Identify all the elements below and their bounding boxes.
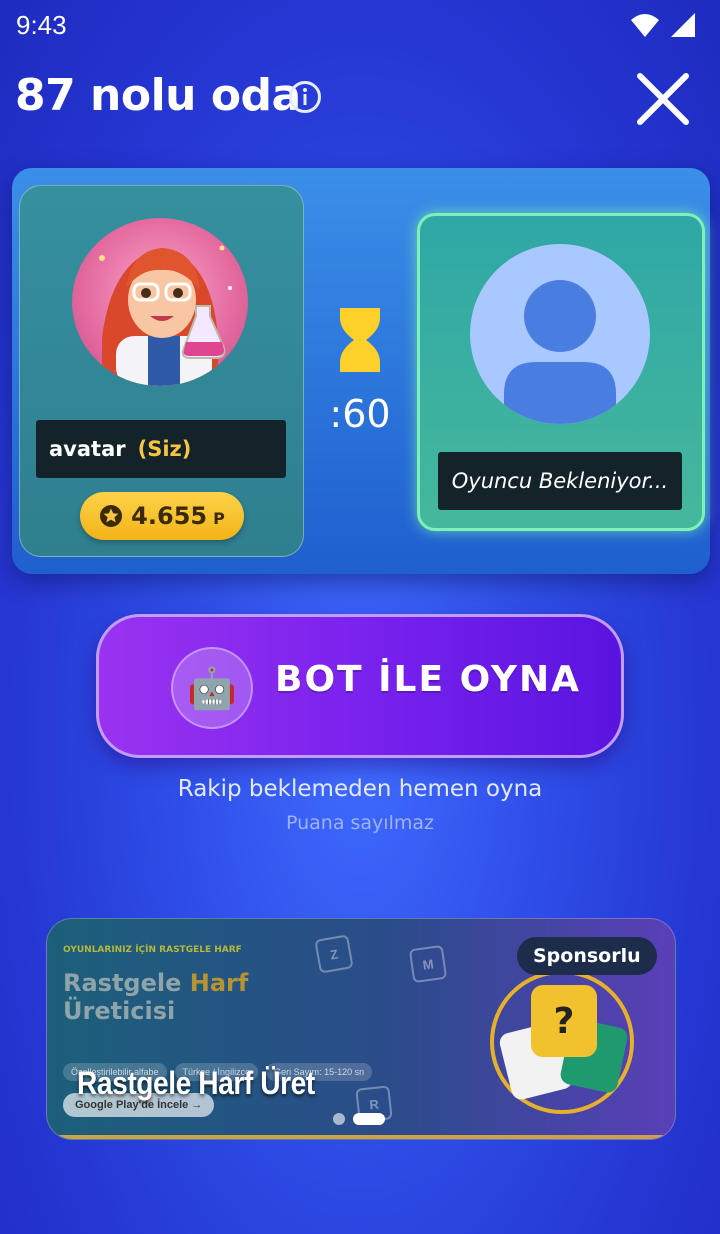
player-name-box: avatar (Siz) xyxy=(36,420,286,478)
status-bar: 9:43 xyxy=(0,0,720,50)
ad-divider xyxy=(47,1135,675,1139)
signal-icon xyxy=(671,13,695,37)
timer-value: :60 xyxy=(329,392,391,436)
bot-button-label: BOT İLE OYNA xyxy=(275,659,581,700)
letter-tile: M xyxy=(408,944,448,984)
match-card: avatar (Siz) 4.655 P :60 Oyuncu Bekleniy… xyxy=(12,168,710,574)
player-name: avatar xyxy=(49,437,126,461)
hourglass-icon xyxy=(340,308,380,372)
letter-tile: Z xyxy=(314,934,354,974)
points-badge: 4.655 P xyxy=(80,492,244,540)
ad-title-highlight: Harf xyxy=(189,969,249,997)
header: 87 nolu oda xyxy=(0,60,720,140)
ad-art-symbol: ? xyxy=(554,1001,575,1042)
opponent-status: Oyuncu Bekleniyor... xyxy=(438,452,682,510)
ad-caption: Rastgele Harf Üret xyxy=(77,1065,315,1101)
bot-note: Puana sayılmaz xyxy=(285,812,434,834)
user-placeholder-icon xyxy=(504,280,616,424)
carousel-dot[interactable] xyxy=(333,1113,345,1125)
countdown-timer: :60 xyxy=(324,304,396,436)
avatar xyxy=(72,218,248,386)
question-cards-icon: ? xyxy=(490,970,634,1114)
status-time: 9:43 xyxy=(16,10,67,40)
points-value: 4.655 xyxy=(131,502,208,530)
close-icon[interactable] xyxy=(632,68,694,130)
opponent-card: Oyuncu Bekleniyor... xyxy=(417,213,705,531)
page-title: 87 nolu oda xyxy=(15,70,301,121)
carousel-dot-active[interactable] xyxy=(353,1113,385,1125)
star-coin-icon xyxy=(100,505,123,527)
play-with-bot-button[interactable]: 🤖 BOT İLE OYNA xyxy=(96,614,624,758)
you-label: (Siz) xyxy=(137,437,192,461)
sponsored-badge: Sponsorlu xyxy=(517,937,657,975)
ad-banner[interactable]: OYUNLARINIZ İÇİN RASTGELE HARF Rastgele … xyxy=(46,918,676,1140)
ad-title: Rastgele Harf Üreticisi xyxy=(63,969,248,1025)
wifi-icon xyxy=(631,14,659,37)
avatar-illustration xyxy=(99,245,232,386)
bot-subtitle: Rakip beklemeden hemen oyna xyxy=(177,776,543,802)
ad-title-line2: Üreticisi xyxy=(63,997,176,1025)
status-icons xyxy=(630,12,696,38)
points-unit: P xyxy=(213,508,225,528)
info-icon[interactable] xyxy=(288,80,322,114)
carousel-dots xyxy=(333,1113,385,1125)
opponent-avatar xyxy=(470,244,650,424)
robot-icon: 🤖 xyxy=(171,647,253,729)
ad-title-part: Rastgele xyxy=(63,969,190,997)
ad-eyebrow: OYUNLARINIZ İÇİN RASTGELE HARF xyxy=(63,945,242,955)
player-card: avatar (Siz) 4.655 P xyxy=(19,185,304,557)
